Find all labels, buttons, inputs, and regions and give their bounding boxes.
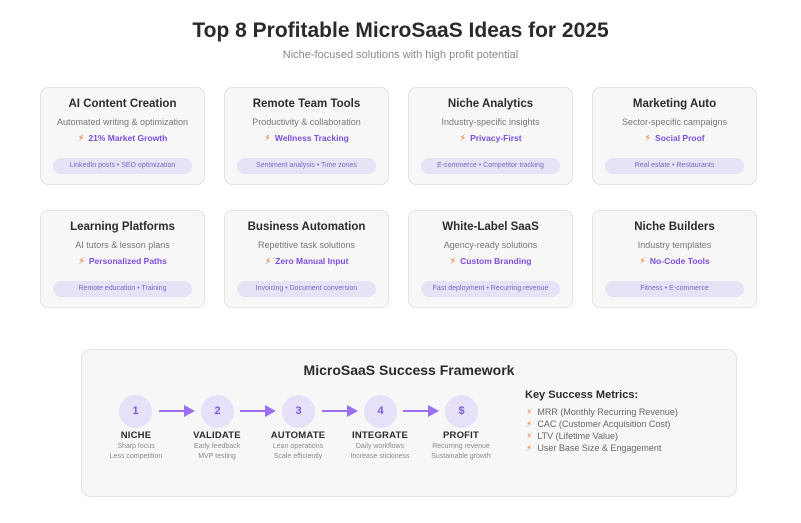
metric-item: ⚡ LTV (Lifetime Value): [526, 431, 619, 441]
card-tags: Real estate • Restaurants: [605, 158, 744, 174]
card-tags: Remote education • Training: [53, 281, 192, 297]
card-tags: Fitness • E-commerce: [605, 281, 744, 297]
card-tags: LinkedIn posts • SEO optimization: [53, 158, 192, 174]
page-title: Top 8 Profitable MicroSaaS Ideas for 202…: [192, 19, 609, 42]
step-circle-validate: 2: [201, 395, 234, 428]
card-highlight: ⚡ Zero Manual Input: [264, 256, 349, 267]
idea-card-remote-team: Remote Team Tools Productivity & collabo…: [224, 87, 389, 185]
step-circle-profit: $: [445, 395, 478, 428]
idea-card-niche-builders: Niche Builders Industry templates ⚡ No-Co…: [592, 210, 757, 308]
lightning-bolt-icon: ⚡: [459, 133, 467, 144]
step-name: VALIDATE: [193, 430, 241, 441]
idea-card-ai-content: AI Content Creation Automated writing & …: [40, 87, 205, 185]
card-title: Remote Team Tools: [252, 98, 361, 110]
step-detail: Less competition: [109, 453, 163, 460]
lightning-bolt-icon: ⚡: [77, 133, 85, 144]
card-title: Learning Platforms: [70, 221, 175, 233]
page: Top 8 Profitable MicroSaaS Ideas for 202…: [0, 0, 801, 523]
card-description: Agency-ready solutions: [443, 240, 538, 250]
arrow-right-icon: [322, 405, 358, 417]
step-detail: MVP testing: [198, 453, 236, 460]
metric-item: ⚡ CAC (Customer Acquisition Cost): [526, 419, 671, 429]
step-detail: Early feedback: [193, 443, 241, 450]
card-description: Productivity & collaboration: [252, 117, 361, 127]
card-highlight: ⚡ Personalized Paths: [78, 256, 167, 267]
card-title: Niche Analytics: [447, 98, 534, 110]
arrow-right-icon: [159, 405, 195, 417]
card-title: Niche Builders: [634, 221, 715, 233]
idea-card-white-label: White-Label SaaS Agency-ready solutions …: [408, 210, 573, 308]
framework-title: MicroSaaS Success Framework: [303, 362, 515, 378]
card-tags: Sentiment analysis • Time zones: [237, 158, 376, 174]
card-description: Industry templates: [637, 240, 712, 250]
arrow-right-icon: [240, 405, 276, 417]
card-title: Marketing Auto: [632, 98, 717, 110]
idea-card-business-automation: Business Automation Repetitive task solu…: [224, 210, 389, 308]
step-detail: Sharp focus: [117, 443, 155, 450]
lightning-bolt-icon: ⚡: [264, 256, 272, 267]
step-detail: Scale efficiently: [273, 453, 323, 460]
success-framework-panel: MicroSaaS Success Framework 1 2 3 4 $ NI…: [81, 349, 737, 497]
metrics-title: Key Success Metrics:: [525, 389, 639, 401]
card-description: Industry-specific insights: [441, 117, 540, 127]
card-title: White-Label SaaS: [442, 221, 539, 233]
arrow-right-icon: [403, 405, 439, 417]
card-title: Business Automation: [247, 221, 366, 233]
lightning-bolt-icon: ⚡: [644, 133, 652, 144]
step-name: INTEGRATE: [352, 430, 408, 441]
step-circle-automate: 3: [282, 395, 315, 428]
card-title: AI Content Creation: [68, 98, 177, 110]
page-subtitle: Niche-focused solutions with high profit…: [282, 49, 519, 61]
card-highlight: ⚡ 21% Market Growth: [77, 133, 168, 144]
step-detail: Lean operations: [272, 443, 324, 450]
step-detail: Recurring revenue: [432, 443, 490, 450]
step-name: NICHE: [120, 430, 152, 441]
card-highlight: ⚡ No-Code Tools: [639, 256, 710, 267]
step-detail: Increase stickiness: [350, 453, 410, 460]
lightning-bolt-icon: ⚡: [526, 407, 533, 417]
step-detail: Sustainable growth: [431, 453, 491, 460]
metric-item: ⚡ User Base Size & Engagement: [526, 443, 662, 453]
lightning-bolt-icon: ⚡: [449, 256, 457, 267]
card-tags: Fast deployment • Recurring revenue: [421, 281, 560, 297]
card-highlight: ⚡ Wellness Tracking: [264, 133, 349, 144]
card-tags: E-commerce • Competitor tracking: [421, 158, 560, 174]
card-description: Repetitive task solutions: [257, 240, 356, 250]
idea-card-learning-platforms: Learning Platforms AI tutors & lesson pl…: [40, 210, 205, 308]
step-name: AUTOMATE: [270, 430, 326, 441]
card-highlight: ⚡ Custom Branding: [449, 256, 532, 267]
metric-item: ⚡ MRR (Monthly Recurring Revenue): [526, 407, 678, 417]
step-detail: Daily workflows: [355, 443, 405, 450]
card-description: Sector-specific campaigns: [621, 117, 728, 127]
card-highlight: ⚡ Privacy-First: [459, 133, 522, 144]
idea-card-marketing-auto: Marketing Auto Sector-specific campaigns…: [592, 87, 757, 185]
idea-card-niche-analytics: Niche Analytics Industry-specific insigh…: [408, 87, 573, 185]
step-circle-niche: 1: [119, 395, 152, 428]
step-name: PROFIT: [442, 430, 480, 441]
step-circle-integrate: 4: [364, 395, 397, 428]
lightning-bolt-icon: ⚡: [264, 133, 271, 144]
card-tags: Invoicing • Document conversion: [237, 281, 376, 297]
lightning-bolt-icon: ⚡: [639, 256, 646, 267]
lightning-bolt-icon: ⚡: [78, 256, 85, 267]
card-highlight: ⚡ Social Proof: [644, 133, 705, 144]
lightning-bolt-icon: ⚡: [526, 443, 533, 453]
lightning-bolt-icon: ⚡: [526, 419, 533, 429]
card-description: Automated writing & optimization: [56, 117, 189, 127]
lightning-bolt-icon: ⚡: [526, 431, 533, 441]
card-description: AI tutors & lesson plans: [75, 240, 170, 250]
